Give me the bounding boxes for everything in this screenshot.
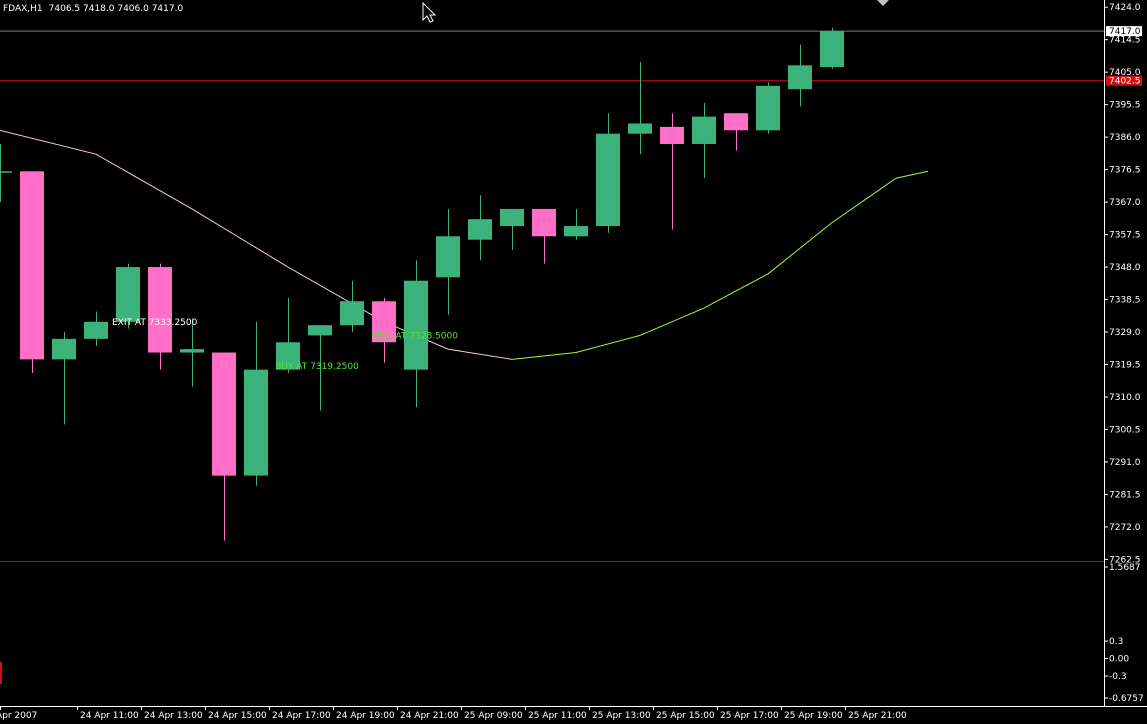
chart-header: FDAX,H1 7406.5 7418.0 7406.0 7417.0 (3, 4, 183, 14)
price-tick-label: 7329.0 (1109, 328, 1141, 338)
time-tick-label: 24 Apr 19:00 (336, 711, 395, 721)
price-tick-label: 7405.0 (1109, 68, 1141, 78)
time-tick-label: 24 Apr 13:00 (144, 711, 203, 721)
symbol-timeframe: FDAX,H1 (3, 4, 43, 14)
price-tick-label: 7319.5 (1109, 361, 1141, 371)
candle (20, 171, 44, 374)
price-tick-label: 7386.0 (1109, 133, 1141, 143)
price-tick-label: 7300.5 (1109, 425, 1141, 435)
candle-body (308, 325, 332, 336)
candle-body (180, 349, 204, 353)
candle-body (564, 226, 588, 237)
candle-body (404, 280, 428, 370)
time-tick-label: 24 Apr 21:00 (400, 711, 459, 721)
trade-signal-label: EXIT AT 7333.2500 (112, 318, 198, 328)
time-tick-label: 25 Apr 19:00 (784, 711, 843, 721)
candle-body (724, 113, 748, 131)
candle-body (820, 31, 844, 68)
price-tick-label: 7414.5 (1109, 36, 1141, 46)
time-tick-label: 24 Apr 15:00 (208, 711, 267, 721)
price-tick-label: 7357.5 (1109, 231, 1141, 241)
scroll-marker (0, 662, 2, 684)
price-tick-label: 7367.0 (1109, 198, 1141, 208)
price-tick-label: 7395.5 (1109, 101, 1141, 111)
candle-body (628, 123, 652, 134)
time-tick-label: 25 Apr 09:00 (464, 711, 523, 721)
candle-body (244, 369, 268, 476)
candle-body (340, 301, 364, 326)
indicator-tick-label: 0.00 (1109, 655, 1129, 665)
candle-body (660, 126, 684, 144)
time-tick-label: Apr 2007 (0, 711, 37, 721)
price-tick-label: 7291.0 (1109, 458, 1141, 468)
trade-signal-label: BUY AT 7319.2500 (275, 362, 359, 372)
price-tick-label: 7281.5 (1109, 490, 1141, 500)
indicator-tick-label: 0.3 (1109, 637, 1123, 647)
price-chart[interactable]: 7402.5 7417.0 EXIT AT 7333.2500BUY AT 73… (0, 0, 1147, 724)
candle-body (756, 85, 780, 131)
trade-signal-label: SELL AT 7328.5000 (371, 331, 458, 341)
candle-body (788, 65, 812, 90)
price-tick-label: 7338.5 (1109, 296, 1141, 306)
candle-body (212, 352, 236, 476)
indicator-tick-label: -0.6757 (1109, 694, 1144, 704)
time-tick-label: 25 Apr 11:00 (528, 711, 587, 721)
candle-body (0, 171, 12, 173)
time-tick-label: 24 Apr 17:00 (272, 711, 331, 721)
candle-body (692, 116, 716, 144)
candle (820, 27, 844, 69)
candle-body (20, 171, 44, 360)
price-tick-label: 7272.0 (1109, 523, 1141, 533)
candle-body (436, 236, 460, 278)
time-tick-label: 25 Apr 17:00 (720, 711, 779, 721)
time-tick-label: 24 Apr 11:00 (80, 711, 139, 721)
time-tick-label: 25 Apr 21:00 (848, 711, 907, 721)
indicator-tick-label: 1.5687 (1109, 563, 1141, 573)
candle-body (468, 219, 492, 240)
candle-body (84, 321, 108, 339)
candle-body (116, 267, 140, 322)
candle (756, 82, 780, 134)
red-level-label: 7402.5 (1109, 77, 1141, 87)
time-tick-label: 25 Apr 15:00 (656, 711, 715, 721)
indicator-tick-label: -0.3 (1109, 672, 1127, 682)
candle-body (596, 133, 620, 227)
candle-body (500, 208, 524, 227)
price-tick-label: 7310.0 (1109, 393, 1141, 403)
price-tick-label: 7376.5 (1109, 166, 1141, 176)
time-tick-label: 25 Apr 13:00 (592, 711, 651, 721)
candle-body (148, 267, 172, 353)
price-tick-label: 7348.0 (1109, 263, 1141, 273)
candle-body (532, 208, 556, 237)
chart-background (0, 0, 1147, 724)
ohlc-readout: 7406.5 7418.0 7406.0 7417.0 (49, 4, 184, 14)
candle-body (52, 338, 76, 360)
price-tick-label: 7424.0 (1109, 3, 1141, 13)
